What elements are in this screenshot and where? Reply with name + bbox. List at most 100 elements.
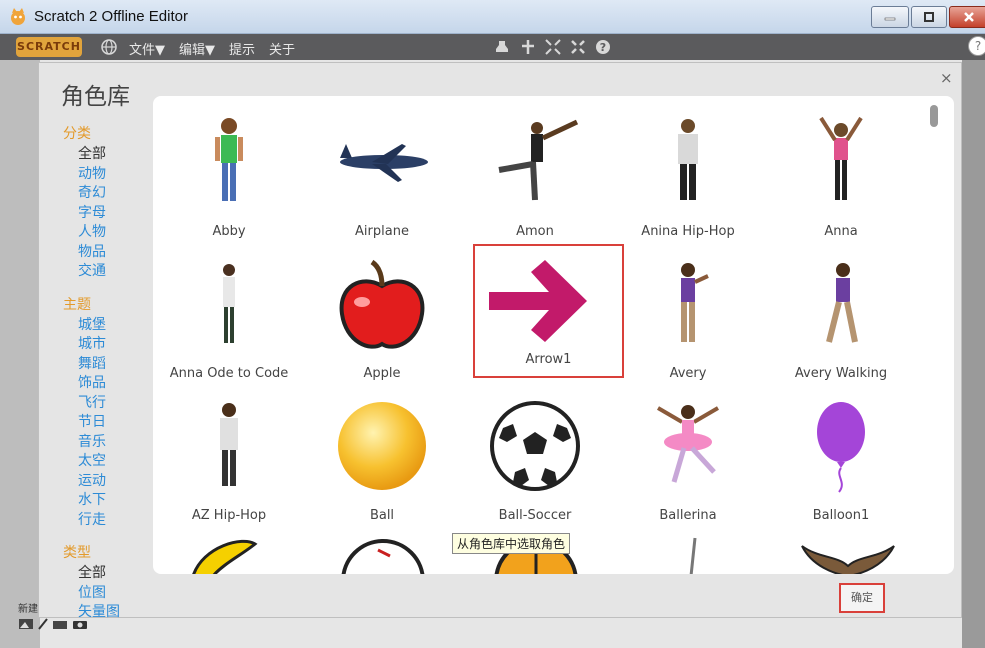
sprite-name: Avery <box>669 366 707 381</box>
filter-theme-flying[interactable]: 飞行 <box>63 394 143 414</box>
filter-theme-music[interactable]: 音乐 <box>63 433 143 453</box>
sprite-tile-abby[interactable]: Abby <box>153 110 305 250</box>
soccer-ball-icon <box>490 401 580 491</box>
filter-category-all[interactable]: 全部 <box>63 145 143 165</box>
window-close-button[interactable] <box>949 6 985 28</box>
sprite-library-dialog: 角色库 × 分类 全部 动物 奇幻 字母 人物 物品 交通 主题 城堡 城市 舞… <box>38 62 962 620</box>
sprite-tile-avery[interactable]: Avery <box>612 252 764 392</box>
sprite-tile-ball-soccer[interactable]: Ball-Soccer <box>459 394 611 534</box>
category-heading: 分类 <box>63 126 91 142</box>
filter-theme-dance[interactable]: 舞蹈 <box>63 355 143 375</box>
grow-icon[interactable] <box>544 38 562 56</box>
menu-tips[interactable]: 提示 <box>229 39 255 58</box>
minimize-button[interactable] <box>871 6 909 28</box>
scripts-pane <box>962 60 985 648</box>
banana-icon <box>192 539 258 574</box>
brush-icon[interactable] <box>38 618 48 630</box>
filter-category-things[interactable]: 物品 <box>63 243 143 263</box>
filter-theme-holiday[interactable]: 节日 <box>63 413 143 433</box>
sprite-tile-ballerina[interactable]: Ballerina <box>612 394 764 534</box>
filter-theme-space[interactable]: 太空 <box>63 452 143 472</box>
filter-theme-underwater[interactable]: 水下 <box>63 491 143 511</box>
filter-type-all[interactable]: 全部 <box>63 564 143 584</box>
sprite-tile-az-hip-hop[interactable]: AZ Hip-Hop <box>153 394 305 534</box>
girl-figure-icon <box>223 264 235 343</box>
close-icon <box>964 12 974 22</box>
arrow-icon <box>489 260 587 342</box>
apple-icon <box>339 259 425 349</box>
sprite-tile-arrow1[interactable]: Arrow1 <box>473 244 624 378</box>
sprite-name: Ballerina <box>659 508 717 523</box>
sprite-tile-anna-ode-to-code[interactable]: Anna Ode to Code <box>153 252 305 392</box>
filter-category-transport[interactable]: 交通 <box>63 262 143 282</box>
tooltip: 从角色库中选取角色 <box>452 533 571 554</box>
sprite-tile-anina-hip-hop[interactable]: Anina Hip-Hop <box>612 110 764 250</box>
scratch-logo[interactable]: SCRATCH <box>16 37 82 57</box>
svg-text:?: ? <box>600 41 606 54</box>
filter-category-animals[interactable]: 动物 <box>63 165 143 185</box>
menu-file[interactable]: 文件▼ <box>129 39 165 58</box>
menu-bar: SCRATCH 文件▼ 编辑▼ 提示 关于 ? <box>0 34 985 60</box>
girl-figure-icon <box>681 263 709 342</box>
sprite-name: Anna <box>824 224 858 239</box>
filter-category-letters[interactable]: 字母 <box>63 204 143 224</box>
sprite-tile-ball[interactable]: Ball <box>306 394 458 534</box>
filter-type-vector[interactable]: 矢量图 <box>63 603 143 623</box>
sprite-tile-airplane[interactable]: Airplane <box>306 110 458 250</box>
girl-figure-icon <box>215 118 243 201</box>
duplicate-stamp-icon[interactable] <box>493 38 511 56</box>
filter-category-people[interactable]: 人物 <box>63 223 143 243</box>
sprite-tile-avery-walking[interactable]: Avery Walking <box>765 252 917 392</box>
menu-about[interactable]: 关于 <box>269 39 295 58</box>
sprite-name: Amon <box>516 224 554 239</box>
theme-heading: 主题 <box>63 296 91 313</box>
filter-theme-dress-up[interactable]: 饰品 <box>63 374 143 394</box>
sprite-name: Anina Hip-Hop <box>641 224 735 239</box>
girl-walking-icon <box>826 263 858 343</box>
type-heading: 类型 <box>63 545 91 561</box>
filter-theme-sports[interactable]: 运动 <box>63 472 143 492</box>
ballerina-icon <box>656 405 720 483</box>
shrink-icon[interactable] <box>569 38 587 56</box>
dancer-figure-icon <box>498 119 579 201</box>
globe-icon[interactable] <box>100 38 118 56</box>
filter-theme-city[interactable]: 城市 <box>63 335 143 355</box>
sprite-name: Avery Walking <box>794 366 888 381</box>
sprite-tile-apple[interactable]: Apple <box>306 252 458 392</box>
sprite-grid: Abby Airplane Amon Anina Hip-Hop Anna An… <box>153 96 954 574</box>
stage-pane <box>0 60 40 648</box>
sprite-name: AZ Hip-Hop <box>191 508 267 523</box>
dialog-close-button[interactable]: × <box>940 69 953 87</box>
stick-icon <box>689 537 697 574</box>
sprite-name: Arrow1 <box>525 352 572 367</box>
grid-scrollbar[interactable] <box>930 101 938 571</box>
filter-type-bitmap[interactable]: 位图 <box>63 584 143 604</box>
help-icon[interactable]: ? <box>594 38 612 56</box>
sprite-tile-anna[interactable]: Anna <box>765 110 917 250</box>
filter-theme-walking[interactable]: 行走 <box>63 511 143 531</box>
title-bar: Scratch 2 Offline Editor <box>0 0 985 34</box>
maximize-button[interactable] <box>911 6 947 28</box>
help-tab-icon[interactable]: ? <box>968 36 985 56</box>
filter-category-fantasy[interactable]: 奇幻 <box>63 184 143 204</box>
bat-icon <box>801 545 895 574</box>
sprite-tile-amon[interactable]: Amon <box>459 110 611 250</box>
sprite-name: Ball-Soccer <box>498 508 572 523</box>
library-filter-sidebar: 分类 全部 动物 奇幻 字母 人物 物品 交通 主题 城堡 城市 舞蹈 饰品 飞… <box>63 123 143 623</box>
sprite-name: Apple <box>363 366 401 381</box>
new-sprite-label: 新建 <box>18 604 38 615</box>
sprite-tile-balloon1[interactable]: Balloon1 <box>765 394 917 534</box>
dialog-title: 角色库 <box>61 84 130 110</box>
cut-icon[interactable] <box>519 38 537 56</box>
restore-icon <box>924 12 934 22</box>
scratch-cat-icon <box>11 8 25 25</box>
paint-icon[interactable] <box>18 618 34 630</box>
ok-button[interactable]: 确定 <box>839 583 885 613</box>
menu-edit[interactable]: 编辑▼ <box>179 39 215 58</box>
balloon-icon <box>817 402 865 493</box>
airplane-icon <box>340 144 428 182</box>
scrollbar-thumb[interactable] <box>930 105 938 127</box>
sprite-name: Ball <box>369 508 395 523</box>
filter-theme-castle[interactable]: 城堡 <box>63 316 143 336</box>
sprite-name: Airplane <box>355 224 409 239</box>
